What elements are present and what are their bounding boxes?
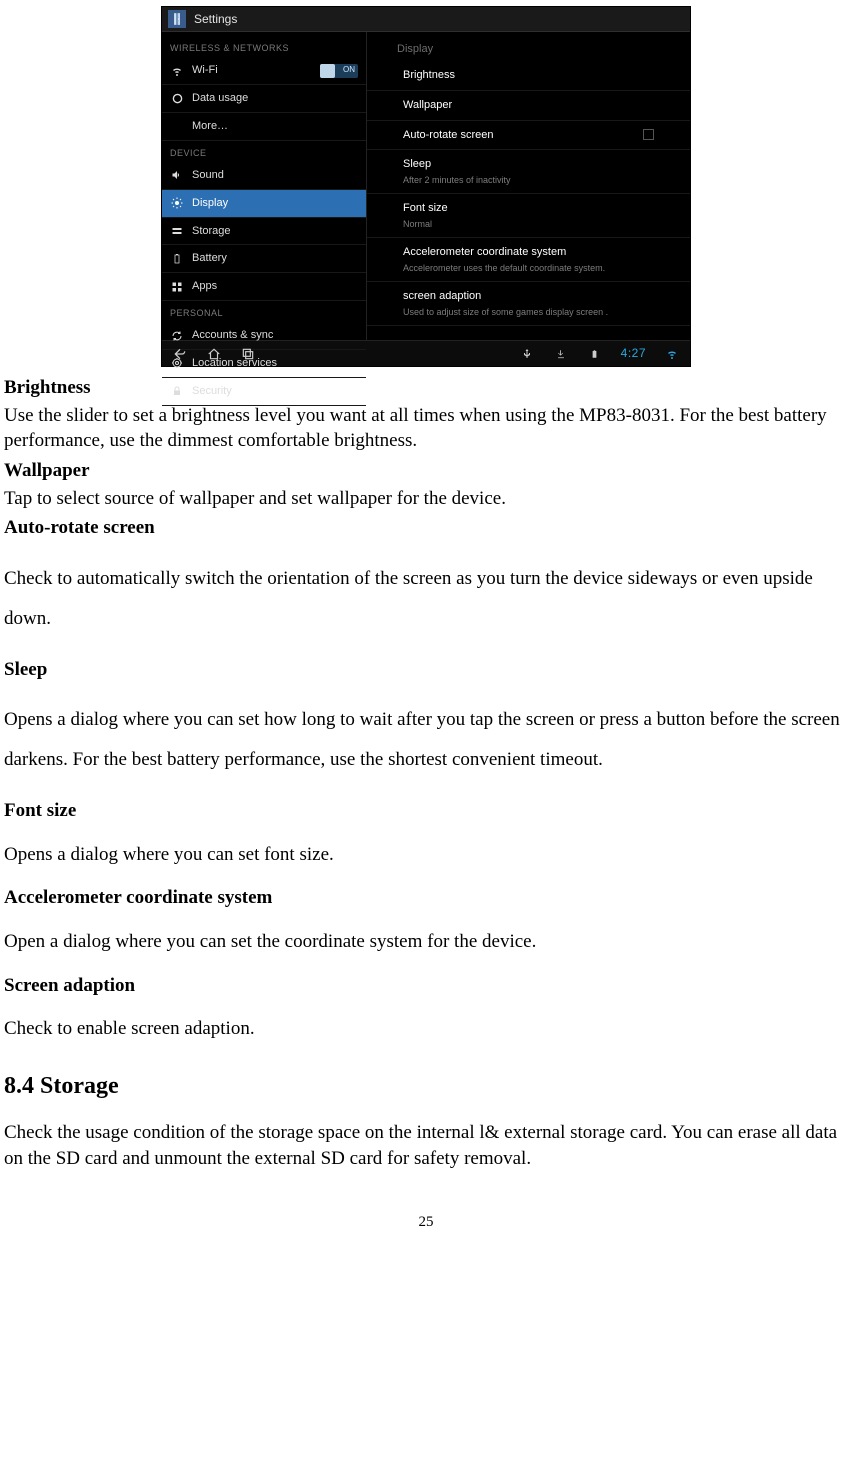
detail-adaption[interactable]: screen adaption Used to adjust size of s… xyxy=(367,282,690,326)
sidebar-section-wireless: WIRELESS & NETWORKS xyxy=(162,36,366,57)
heading-accel: Accelerometer coordinate system xyxy=(4,885,848,911)
sidebar-item-label: Data usage xyxy=(192,91,358,106)
sound-icon xyxy=(170,169,184,181)
sidebar-item-label: Wi-Fi xyxy=(192,63,312,78)
lock-icon xyxy=(170,385,184,397)
sidebar-item-more[interactable]: More… xyxy=(162,113,366,141)
detail-accel[interactable]: Accelerometer coordinate system Accelero… xyxy=(367,238,690,282)
datausage-icon xyxy=(170,93,184,104)
titlebar: Settings xyxy=(162,7,690,32)
sidebar-item-label: More… xyxy=(192,119,358,134)
heading-adaption: Screen adaption xyxy=(4,973,848,999)
detail-header: Display xyxy=(367,36,690,61)
download-icon xyxy=(553,346,569,362)
storage-icon xyxy=(170,225,184,237)
para-sleep: Opens a dialog where you can set how lon… xyxy=(4,700,848,780)
back-icon[interactable] xyxy=(172,346,188,362)
heading-sleep: Sleep xyxy=(4,657,848,683)
apps-icon xyxy=(170,281,184,293)
detail-pane: Display Brightness Wallpaper Auto-rotate… xyxy=(367,32,690,340)
heading-brightness: Brightness xyxy=(4,375,848,401)
para-storage: Check the usage condition of the storage… xyxy=(4,1120,848,1171)
display-icon xyxy=(170,197,184,209)
page-number: 25 xyxy=(4,1212,848,1232)
sidebar-item-security[interactable]: Security xyxy=(162,378,366,406)
para-adaption: Check to enable screen adaption. xyxy=(4,1016,848,1042)
para-autorotate: Check to automatically switch the orient… xyxy=(4,559,848,639)
sidebar-item-display[interactable]: Display xyxy=(162,190,366,218)
usb-icon xyxy=(519,346,535,362)
sidebar-item-label: Storage xyxy=(192,224,358,239)
autorotate-checkbox[interactable] xyxy=(643,129,654,140)
para-brightness: Use the slider to set a brightness level… xyxy=(4,403,848,454)
status-clock: 4:27 xyxy=(621,345,646,361)
heading-wallpaper: Wallpaper xyxy=(4,458,848,484)
detail-wallpaper[interactable]: Wallpaper xyxy=(367,91,690,121)
wifi-status-icon xyxy=(664,346,680,362)
sidebar-item-label: Battery xyxy=(192,251,358,266)
home-icon[interactable] xyxy=(206,346,222,362)
battery-status-icon xyxy=(587,346,603,362)
sidebar-item-apps[interactable]: Apps xyxy=(162,273,366,301)
settings-sidebar: WIRELESS & NETWORKS Wi-Fi ON Data usage … xyxy=(162,32,367,340)
detail-sleep[interactable]: Sleep After 2 minutes of inactivity xyxy=(367,150,690,194)
detail-autorotate[interactable]: Auto-rotate screen xyxy=(367,121,690,151)
sidebar-section-device: DEVICE xyxy=(162,141,366,162)
detail-fontsize[interactable]: Font size Normal xyxy=(367,194,690,238)
para-wallpaper: Tap to select source of wallpaper and se… xyxy=(4,486,848,512)
sidebar-item-label: Display xyxy=(192,196,358,211)
para-accel: Open a dialog where you can set the coor… xyxy=(4,929,848,955)
wifi-toggle[interactable]: ON xyxy=(320,64,358,78)
sidebar-item-datausage[interactable]: Data usage xyxy=(162,85,366,113)
recents-icon[interactable] xyxy=(240,346,256,362)
sidebar-item-label: Accounts & sync xyxy=(192,328,358,343)
para-fontsize: Opens a dialog where you can set font si… xyxy=(4,842,848,868)
sidebar-section-personal: PERSONAL xyxy=(162,301,366,322)
sidebar-item-storage[interactable]: Storage xyxy=(162,218,366,246)
detail-brightness[interactable]: Brightness xyxy=(367,61,690,91)
settings-screenshot: Settings WIRELESS & NETWORKS Wi-Fi ON Da… xyxy=(161,6,691,367)
sidebar-item-battery[interactable]: Battery xyxy=(162,245,366,273)
battery-icon xyxy=(170,253,184,265)
titlebar-label: Settings xyxy=(194,11,237,27)
wifi-icon xyxy=(170,65,184,77)
doc-body: Brightness Use the slider to set a brigh… xyxy=(4,375,848,1232)
heading-autorotate: Auto-rotate screen xyxy=(4,515,848,541)
sidebar-item-label: Sound xyxy=(192,168,358,183)
heading-fontsize: Font size xyxy=(4,798,848,824)
sidebar-item-wifi[interactable]: Wi-Fi ON xyxy=(162,57,366,85)
sidebar-item-label: Security xyxy=(192,384,358,399)
heading-storage: 8.4 Storage xyxy=(4,1070,848,1102)
settings-app-icon xyxy=(168,10,186,28)
sidebar-item-sound[interactable]: Sound xyxy=(162,162,366,190)
sync-icon xyxy=(170,330,184,342)
sidebar-item-label: Apps xyxy=(192,279,358,294)
settings-body: WIRELESS & NETWORKS Wi-Fi ON Data usage … xyxy=(162,32,690,340)
